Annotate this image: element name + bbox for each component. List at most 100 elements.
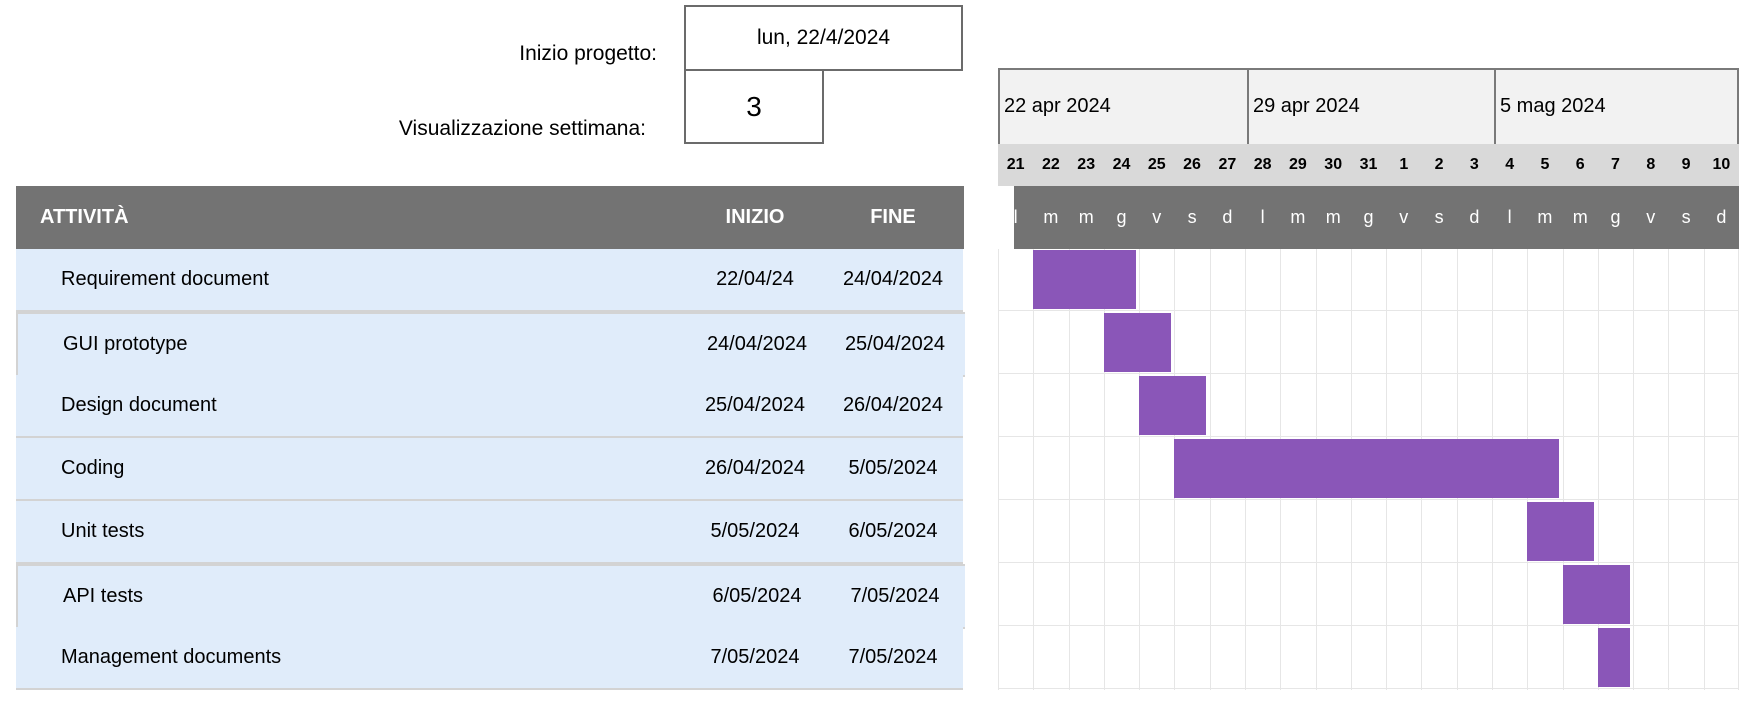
- week-header: 22 apr 2024 29 apr 2024 5 mag 2024: [998, 68, 1741, 146]
- task-end: 7/05/2024: [850, 585, 940, 607]
- day-number: 23: [1077, 156, 1096, 173]
- week-label: 22 apr 2024: [1000, 70, 1247, 146]
- day-number: 26: [1183, 156, 1201, 173]
- day-letter: g: [1116, 207, 1127, 227]
- grid-row-line: [998, 688, 1739, 689]
- week-label-text: 22 apr 2024: [1004, 95, 1111, 117]
- task-start: 6/05/2024: [712, 585, 802, 607]
- grid-column-line: [1633, 249, 1635, 690]
- project-start-value: lun, 22/4/2024: [756, 26, 891, 49]
- week-label-text: 5 mag 2024: [1500, 95, 1606, 117]
- day-letter: m: [1537, 207, 1553, 227]
- task-start: 5/05/2024: [710, 520, 800, 542]
- day-letter: l: [1013, 207, 1018, 227]
- day-number: 1: [1399, 156, 1409, 173]
- task-start: 24/04/2024: [706, 333, 808, 355]
- gantt-bar[interactable]: [1597, 628, 1630, 687]
- grid-column-line: [1033, 249, 1035, 690]
- task-end: 7/05/2024: [848, 646, 938, 668]
- day-letter: m: [1078, 207, 1094, 227]
- day-number: 29: [1289, 156, 1307, 173]
- header-end: FINE: [870, 206, 916, 228]
- table-row[interactable]: Unit tests 5/05/2024 6/05/2024: [16, 501, 963, 564]
- project-start-label: Inizio progetto:: [519, 42, 657, 65]
- gantt-bar[interactable]: [1562, 565, 1630, 624]
- day-number: 31: [1359, 156, 1378, 173]
- task-start: 7/05/2024: [710, 646, 800, 668]
- header-start: INIZIO: [725, 206, 785, 228]
- day-number: 28: [1253, 156, 1272, 173]
- day-letter: m: [1325, 207, 1341, 227]
- project-start-input[interactable]: lun, 22/4/2024: [684, 5, 963, 71]
- gantt-bar[interactable]: [1174, 439, 1560, 498]
- gantt-bar[interactable]: [1139, 376, 1207, 435]
- day-letter: v: [1152, 207, 1162, 227]
- week-display-label: Visualizzazione settimana:: [398, 117, 646, 140]
- table-header: ATTIVITÀ INIZIO FINE lmmgvsdlmmgvsdlmmgv…: [16, 186, 1739, 249]
- day-number: 22: [1042, 156, 1060, 173]
- task-end: 25/04/2024: [844, 333, 946, 355]
- grid-row-line: [998, 310, 1739, 311]
- day-letter: s: [1187, 207, 1197, 227]
- task-start: 22/04/24: [716, 268, 794, 290]
- day-letter: m: [1043, 207, 1059, 227]
- day-number: 5: [1540, 156, 1550, 173]
- grid-row-line: [998, 373, 1739, 374]
- day-number: 2: [1434, 156, 1444, 173]
- week-label: 29 apr 2024: [1247, 70, 1494, 146]
- day-number-row: 21 22 23 24 25 26 27 28 29 30 31 1 2 3 4 5 6 7 8 9 10: [998, 144, 1739, 186]
- day-letter: v: [1646, 207, 1656, 227]
- day-letter: l: [1507, 207, 1512, 227]
- day-number: 30: [1324, 156, 1343, 173]
- day-number: 7: [1611, 156, 1620, 173]
- table-row[interactable]: Requirement document 22/04/24 24/04/2024: [16, 249, 963, 312]
- day-number: 4: [1505, 156, 1515, 173]
- header-task: ATTIVITÀ: [40, 206, 129, 228]
- day-letter: s: [1681, 207, 1691, 227]
- day-letter: d: [1716, 207, 1727, 227]
- day-number: 3: [1469, 156, 1479, 173]
- task-name: Management documents: [61, 646, 282, 668]
- task-start: 25/04/2024: [704, 394, 806, 416]
- task-name: Requirement document: [61, 268, 269, 290]
- week-display-input[interactable]: 3: [684, 69, 824, 144]
- week-display-value: 3: [746, 90, 762, 122]
- table-row[interactable]: API tests 6/05/2024 7/05/2024: [16, 564, 965, 629]
- day-letter: g: [1610, 207, 1621, 227]
- task-name: API tests: [63, 585, 144, 607]
- day-number: 10: [1712, 156, 1731, 173]
- day-number: 9: [1681, 156, 1691, 173]
- grid-column-line: [1738, 249, 1739, 690]
- day-letter: m: [1290, 207, 1306, 227]
- grid-column-line: [998, 249, 999, 690]
- week-label: 5 mag 2024: [1494, 70, 1741, 146]
- task-name: Coding: [61, 457, 125, 479]
- task-start: 26/04/2024: [704, 457, 806, 479]
- grid-row-line: [998, 436, 1739, 437]
- day-letter: m: [1572, 207, 1588, 227]
- day-number: 8: [1646, 156, 1656, 173]
- grid-row-line: [998, 562, 1739, 563]
- day-number: 25: [1147, 156, 1166, 173]
- table-row[interactable]: GUI prototype 24/04/2024 25/04/2024: [16, 312, 965, 377]
- week-label-text: 29 apr 2024: [1253, 95, 1360, 117]
- grid-row-line: [998, 499, 1739, 500]
- day-letter: l: [1260, 207, 1265, 227]
- grid-row-line: [998, 625, 1739, 626]
- task-end: 24/04/2024: [842, 268, 944, 290]
- grid-column-line: [1668, 249, 1670, 690]
- table-row[interactable]: Management documents 7/05/2024 7/05/2024: [16, 627, 963, 690]
- task-name: Unit tests: [61, 520, 145, 542]
- day-number: 24: [1112, 156, 1131, 173]
- task-end: 6/05/2024: [848, 520, 938, 542]
- day-letter: d: [1222, 207, 1233, 227]
- table-row[interactable]: Coding 26/04/2024 5/05/2024: [16, 438, 963, 501]
- day-number: 21: [1006, 156, 1025, 173]
- gantt-bar[interactable]: [1033, 250, 1136, 309]
- table-row[interactable]: Design document 25/04/2024 26/04/2024: [16, 375, 963, 438]
- day-letter: v: [1399, 207, 1409, 227]
- task-end: 26/04/2024: [842, 394, 944, 416]
- gantt-bar[interactable]: [1103, 313, 1171, 372]
- gantt-bar[interactable]: [1527, 502, 1595, 561]
- day-letter: g: [1363, 207, 1374, 227]
